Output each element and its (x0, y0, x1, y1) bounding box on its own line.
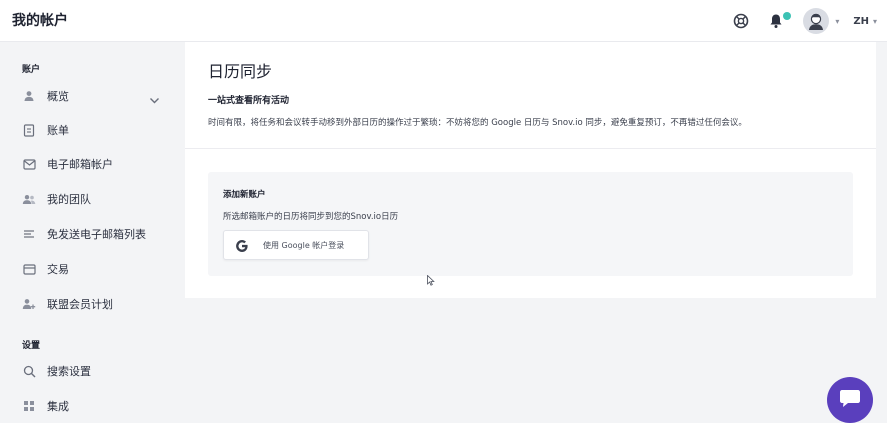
notification-dot (783, 12, 792, 20)
sidebar: 账户 概览 账单 电子邮箱帐户 我的团队 免发送电子邮箱列表 交易 联盟会员计划… (0, 42, 185, 423)
mail-icon (22, 157, 36, 171)
sidebar-item-transactions[interactable]: 交易 (22, 257, 172, 281)
sidebar-item-label: 集成 (47, 400, 69, 413)
divider (185, 148, 876, 149)
section-subheading: 一站式查看所有活动 (208, 96, 290, 106)
invoice-icon (22, 123, 36, 137)
mouse-cursor-icon (427, 271, 435, 290)
sidebar-item-overview[interactable]: 概览 (22, 84, 172, 108)
chat-icon (839, 388, 861, 412)
panel-title: 添加新账户 (223, 190, 266, 200)
sidebar-item-integrations[interactable]: 集成 (22, 394, 172, 418)
sidebar-section-account: 账户 (22, 65, 41, 75)
list-icon (22, 227, 36, 241)
google-button-label: 使用 Google 帐户登录 (263, 240, 345, 250)
language-selector[interactable]: ZH ▾ (853, 16, 877, 27)
add-account-panel: 添加新账户 所选邮箱账户的日历将同步到您的Snov.io日历 使用 Google… (208, 172, 853, 276)
sidebar-item-label: 搜索设置 (47, 365, 91, 378)
panel-description: 所选邮箱账户的日历将同步到您的Snov.io日历 (223, 212, 399, 222)
sidebar-item-label: 交易 (47, 263, 69, 276)
sidebar-item-search-settings[interactable]: 搜索设置 (22, 359, 172, 383)
page-title: 日历同步 (208, 62, 273, 81)
card-icon (22, 262, 36, 276)
avatar[interactable] (803, 8, 830, 34)
user-icon (22, 89, 36, 103)
sidebar-item-label: 我的团队 (47, 193, 91, 206)
chat-widget-button[interactable] (827, 377, 873, 423)
language-code: ZH (853, 15, 869, 27)
sidebar-item-label: 电子邮箱帐户 (47, 158, 113, 171)
sidebar-item-label: 账单 (47, 124, 69, 137)
account-menu-chevron-down-icon[interactable]: ▾ (835, 17, 839, 26)
app-title: 我的帐户 (12, 13, 68, 29)
top-actions: ▾ ZH ▾ (733, 0, 877, 42)
notifications-bell-icon[interactable] (769, 12, 792, 29)
language-chevron-down-icon: ▾ (872, 16, 877, 26)
sidebar-section-settings: 设置 (22, 341, 41, 351)
google-icon (235, 238, 249, 252)
sidebar-item-label: 免发送电子邮箱列表 (47, 228, 146, 241)
team-icon (22, 192, 36, 206)
sidebar-item-my-team[interactable]: 我的团队 (22, 187, 172, 211)
top-bar: 我的帐户 ▾ ZH ▾ (0, 0, 887, 42)
google-sign-in-button[interactable]: 使用 Google 帐户登录 (223, 230, 369, 260)
search-icon (22, 364, 36, 378)
affiliate-icon (22, 297, 36, 311)
sidebar-item-label: 概览 (47, 90, 69, 103)
calendar-sync-card: 日历同步 一站式查看所有活动 时间有限，将任务和会议转手动移到外部日历的操作过于… (185, 42, 876, 298)
chevron-down-icon[interactable] (149, 90, 160, 109)
section-description: 时间有限，将任务和会议转手动移到外部日历的操作过于繁琐：不妨将您的 Google… (208, 118, 747, 128)
sidebar-item-label: 联盟会员计划 (47, 298, 113, 311)
sidebar-item-affiliate-program[interactable]: 联盟会员计划 (22, 292, 172, 316)
sidebar-item-billing[interactable]: 账单 (22, 118, 172, 142)
grid-icon (22, 399, 36, 413)
sidebar-item-do-not-email-list[interactable]: 免发送电子邮箱列表 (22, 222, 172, 246)
help-icon[interactable] (733, 13, 749, 29)
sidebar-item-email-accounts[interactable]: 电子邮箱帐户 (22, 152, 172, 176)
